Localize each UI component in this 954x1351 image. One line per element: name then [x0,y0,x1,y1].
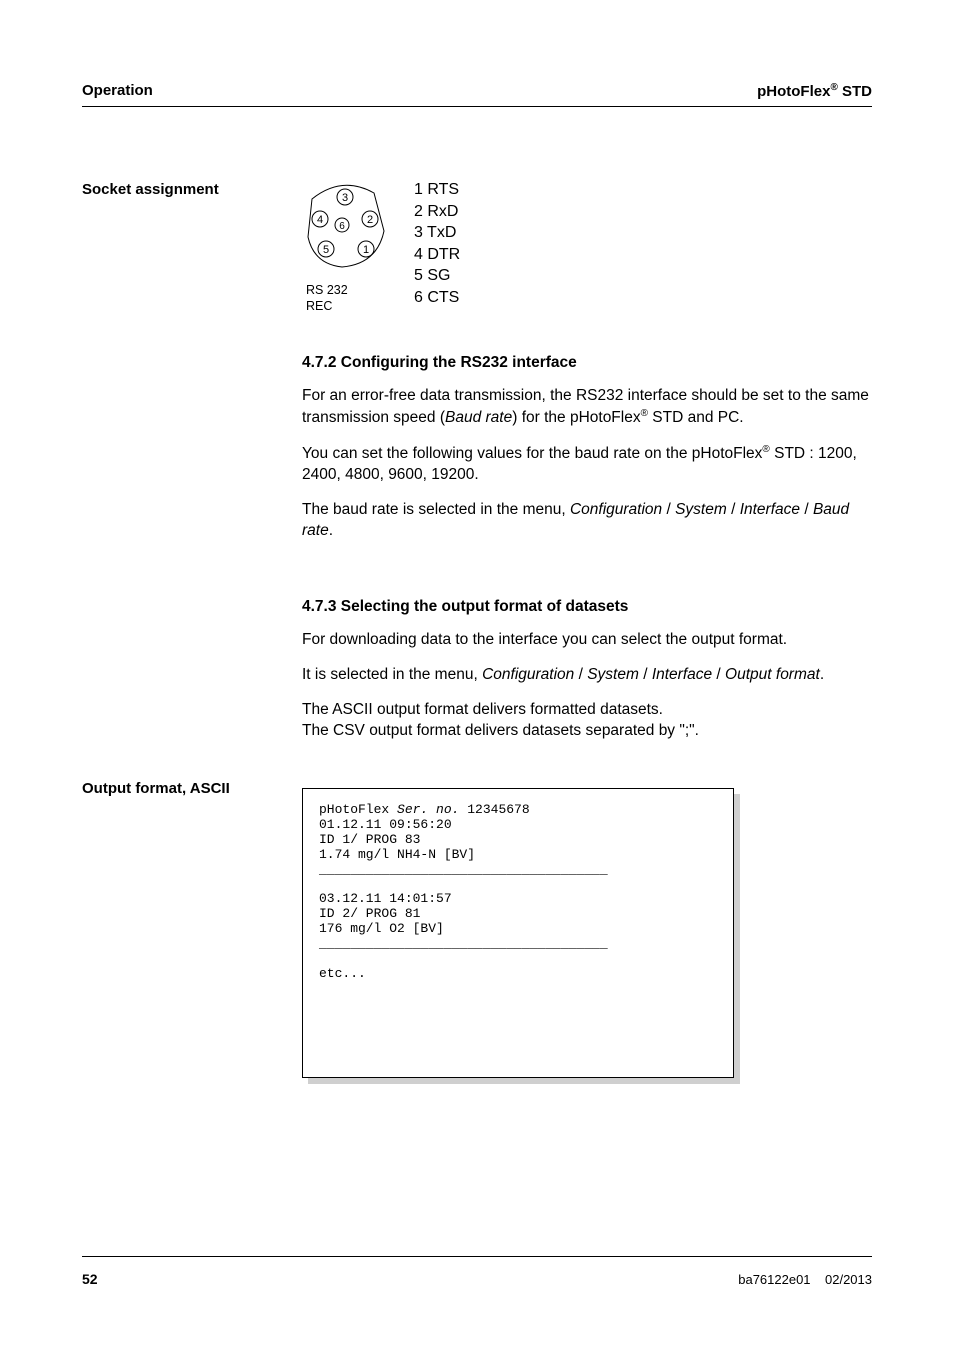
para-473-1: For downloading data to the interface yo… [302,630,872,651]
t: pHotoFlex [319,802,397,817]
t: etc... [319,966,366,981]
t: You can set the following values for the… [302,445,762,462]
t: / [712,666,725,683]
t: _____________________________________ [319,936,608,951]
t: / [800,501,813,518]
t: Interface [652,666,712,683]
t: ) for the pHotoFlex [512,409,640,426]
para-473-3: The ASCII output format delivers formatt… [302,700,872,742]
footer-meta: ba76122e01 02/2013 [738,1272,872,1287]
para-472-3: The baud rate is selected in the menu, C… [302,500,872,542]
pin-circle-5: 5 [323,244,329,256]
pin-label-2: 2 RxD [414,201,460,223]
t: 12345678 [459,802,529,817]
ascii-output-box: pHotoFlex Ser. no. 12345678 01.12.11 09:… [302,788,734,1078]
t: ID 1/ PROG 83 [319,832,420,847]
port-label-line2: REC [306,299,394,315]
pin-circle-2: 2 [367,214,373,226]
t: . [329,522,333,539]
output-format-label: Output format, ASCII [82,778,302,1078]
t: / [662,501,675,518]
t: / [574,666,587,683]
t: ® [641,408,648,419]
port-label-line1: RS 232 [306,283,394,299]
pin-circle-3: 3 [342,192,348,204]
pin-label-4: 4 DTR [414,244,460,266]
para-472-1: For an error-free data transmission, the… [302,386,872,429]
t: Configuration [482,666,574,683]
pin-label-6: 6 CTS [414,287,460,309]
t: The ASCII output format delivers formatt… [302,701,663,718]
t: . [820,666,824,683]
t: 01.12.11 09:56:20 [319,817,452,832]
heading-472: 4.7.2 Configuring the RS232 interface [302,354,872,372]
t: The CSV output format delivers datasets … [302,722,699,739]
t: _____________________________________ [319,862,608,877]
heading-473: 4.7.3 Selecting the output format of dat… [302,598,872,616]
t: System [675,501,727,518]
t: ® [762,444,769,455]
t: Output format [725,666,820,683]
footer-divider [82,1256,872,1257]
pin-label-3: 3 TxD [414,222,460,244]
header-divider [82,106,872,107]
pin-label-1: 1 RTS [414,179,460,201]
t: The baud rate is selected in the menu, [302,501,570,518]
t: Configuration [570,501,662,518]
t: / [727,501,740,518]
header-product-reg: ® [830,82,837,93]
t: STD and PC. [648,409,744,426]
doc-id: ba76122e01 [738,1272,810,1287]
pin-label-5: 5 SG [414,265,460,287]
t: / [639,666,652,683]
t: Ser. no. [397,802,459,817]
t: 03.12.11 14:01:57 [319,891,452,906]
socket-assignment-label: Socket assignment [82,179,302,314]
t: ID 2/ PROG 81 [319,906,420,921]
t: 176 mg/l O2 [BV] [319,921,444,936]
t: Interface [740,501,800,518]
socket-diagram: 3 4 2 6 5 1 [302,179,394,271]
t: 1.74 mg/l NH4-N [BV] [319,847,475,862]
pin-circle-6: 6 [339,221,345,232]
para-473-2: It is selected in the menu, Configuratio… [302,665,872,686]
t: Baud rate [445,409,512,426]
header-product-suffix: STD [838,83,872,100]
page-number: 52 [82,1271,98,1287]
header-product-prefix: pHotoFlex [757,83,830,100]
t: System [587,666,639,683]
para-472-2: You can set the following values for the… [302,443,872,486]
t: It is selected in the menu, [302,666,482,683]
header-product-title: pHotoFlex® STD [757,82,872,100]
header-section-title: Operation [82,82,153,100]
pin-circle-1: 1 [363,244,369,256]
pin-circle-4: 4 [317,214,323,226]
doc-date: 02/2013 [825,1272,872,1287]
